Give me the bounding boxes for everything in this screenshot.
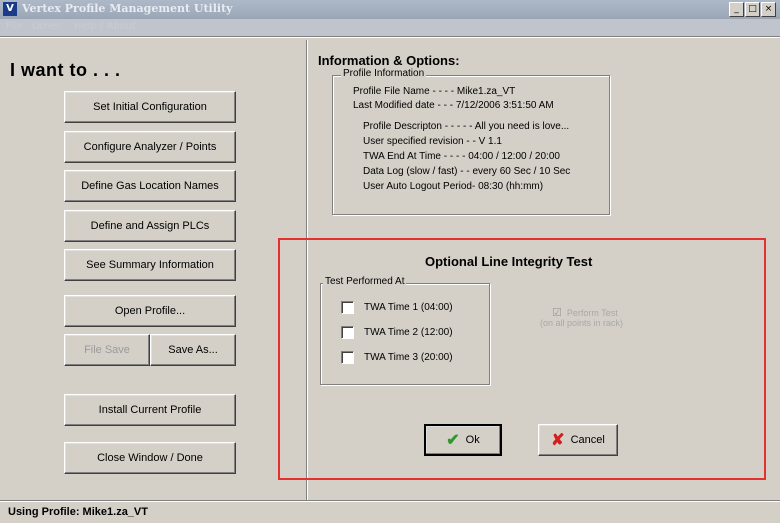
- summary-information-button[interactable]: See Summary Information: [64, 249, 236, 281]
- integrity-highlight-box: Optional Line Integrity Test Test Perfor…: [278, 238, 766, 480]
- checkmark-icon: ✔: [446, 432, 460, 449]
- perform-test-label: Perform Test: [566, 308, 618, 318]
- x-icon: ✘: [551, 432, 565, 449]
- open-profile-button[interactable]: Open Profile...: [64, 295, 236, 327]
- checkbox-box[interactable]: [341, 351, 354, 364]
- title-bar[interactable]: V Vertex Profile Management Utility _ □ …: [0, 0, 780, 19]
- using-profile-status: Using Profile: Mike1.za_VT: [8, 506, 148, 518]
- checkbox-box[interactable]: [341, 326, 354, 339]
- profile-information-group: Profile Information Profile File Name - …: [332, 68, 610, 215]
- window-title: Vertex Profile Management Utility: [22, 2, 233, 15]
- maximize-icon[interactable]: □: [745, 2, 760, 17]
- profile-file-name: Profile File Name - - - - Mike1.za_VT: [353, 86, 516, 97]
- twa-time-1-label: TWA Time 1 (04:00): [364, 302, 453, 313]
- twa-time-2-label: TWA Time 2 (12:00): [364, 327, 453, 338]
- status-bar: Using Profile: Mike1.za_VT: [0, 500, 780, 523]
- integrity-test-title: Optional Line Integrity Test: [425, 254, 593, 269]
- information-options-title: Information & Options:: [318, 53, 460, 68]
- define-gas-location-button[interactable]: Define Gas Location Names: [64, 170, 236, 202]
- user-revision: User specified revision - - V 1.1: [363, 136, 502, 147]
- test-performed-label: Test Performed At: [323, 276, 407, 287]
- close-icon[interactable]: ×: [761, 2, 776, 17]
- menu-bar: File Other Help / About: [0, 19, 780, 36]
- set-initial-configuration-button[interactable]: Set Initial Configuration: [64, 91, 236, 123]
- close-window-button[interactable]: Close Window / Done: [64, 442, 236, 474]
- define-plcs-button[interactable]: Define and Assign PLCs: [64, 210, 236, 242]
- menu-file[interactable]: File: [6, 21, 23, 32]
- checkbox-box[interactable]: [341, 301, 354, 314]
- auto-logout-period: User Auto Logout Period- 08:30 (hh:mm): [363, 181, 544, 192]
- configure-analyzer-button[interactable]: Configure Analyzer / Points: [64, 131, 236, 163]
- twa-time-3-label: TWA Time 3 (20:00): [364, 352, 453, 363]
- menu-help-about[interactable]: Help / About: [74, 21, 136, 32]
- last-modified-date: Last Modified date - - - 7/12/2006 3:51:…: [353, 100, 554, 111]
- install-current-profile-button[interactable]: Install Current Profile: [64, 394, 236, 426]
- twa-time-2-checkbox[interactable]: TWA Time 2 (12:00): [341, 326, 453, 339]
- menu-other[interactable]: Other: [32, 21, 60, 32]
- profile-description: Profile Descripton - - - - - All you nee…: [363, 121, 570, 132]
- cancel-label: Cancel: [570, 434, 605, 446]
- app-logo-icon[interactable]: V: [3, 2, 17, 16]
- minimize-icon[interactable]: _: [729, 2, 744, 17]
- main-window: V Vertex Profile Management Utility _ □ …: [0, 0, 780, 522]
- profile-information-label: Profile Information: [341, 68, 427, 79]
- test-performed-group: Test Performed At TWA Time 1 (04:00) TWA…: [320, 276, 490, 385]
- window-controls: _ □ ×: [729, 2, 776, 17]
- data-log-rate: Data Log (slow / fast) - - every 60 Sec …: [363, 166, 571, 177]
- menu-divider: [0, 36, 780, 38]
- file-save-button[interactable]: File Save: [64, 334, 150, 366]
- ok-button[interactable]: ✔ Ok: [424, 424, 502, 456]
- twa-time-1-checkbox[interactable]: TWA Time 1 (04:00): [341, 301, 453, 314]
- save-as-button[interactable]: Save As...: [150, 334, 236, 366]
- perform-test-sublabel: (on all points in rack): [540, 318, 624, 328]
- ok-label: Ok: [465, 434, 480, 446]
- twa-end-time: TWA End At Time - - - - 04:00 / 12:00 / …: [363, 151, 560, 162]
- cancel-button[interactable]: ✘ Cancel: [538, 424, 618, 456]
- twa-time-3-checkbox[interactable]: TWA Time 3 (20:00): [341, 351, 453, 364]
- action-heading: I want to . . .: [10, 60, 121, 80]
